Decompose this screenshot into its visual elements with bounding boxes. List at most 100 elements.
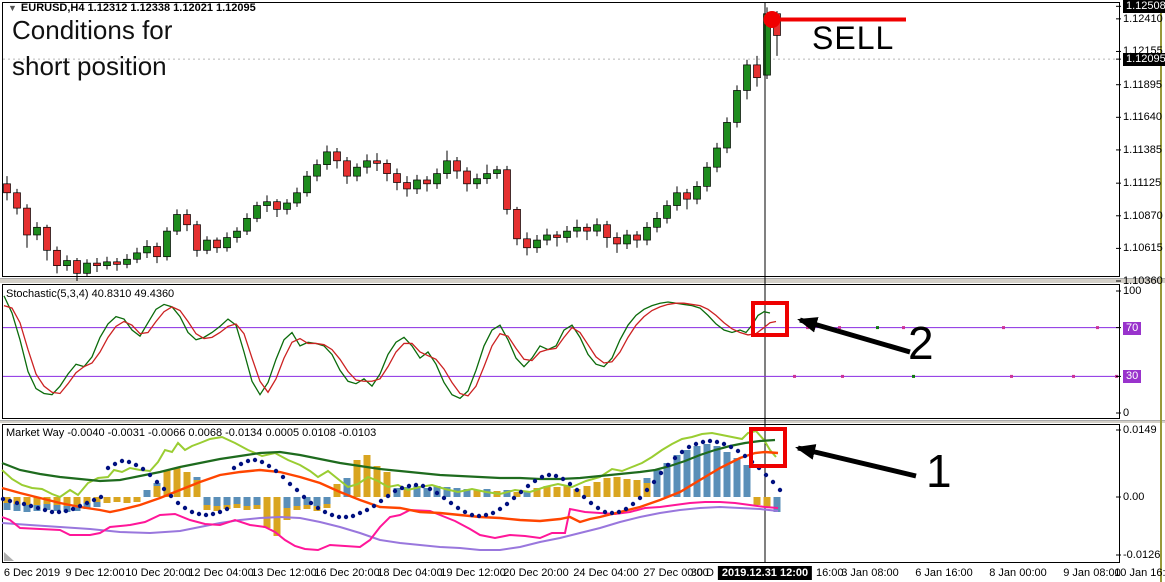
mw-dot <box>8 499 12 503</box>
candle-body <box>274 202 281 210</box>
chart-canvas[interactable] <box>0 0 1165 582</box>
candle-body <box>424 180 431 184</box>
mw-dot <box>638 496 642 500</box>
candle-body <box>64 261 71 266</box>
mw-dot <box>729 445 733 449</box>
mw-dot <box>694 442 698 446</box>
mw-dot <box>617 510 621 514</box>
mw-dot <box>701 440 705 444</box>
mw-dot <box>603 510 607 514</box>
stoch-tick <box>1072 375 1075 378</box>
mw-dot <box>519 490 523 494</box>
candle-body <box>54 250 61 265</box>
mw-dot <box>666 463 670 467</box>
mw-dot <box>722 442 726 446</box>
mw-dot <box>778 488 782 492</box>
candle-body <box>644 227 651 240</box>
mw-histogram-bar <box>214 497 221 506</box>
mw-dot <box>463 510 467 514</box>
mw-dot <box>358 511 362 515</box>
arrow-1[interactable] <box>798 448 916 476</box>
mw-dot <box>155 480 159 484</box>
mw-dot <box>43 508 47 512</box>
candle-body <box>224 238 231 248</box>
mw-histogram-bar <box>324 504 331 508</box>
candle-body <box>104 262 111 266</box>
mw-histogram-bar <box>264 497 271 528</box>
candle-body <box>234 231 241 237</box>
candle-body <box>74 261 81 274</box>
mw-dot <box>1 497 5 501</box>
candle-body <box>404 183 411 189</box>
candle-body <box>754 65 761 78</box>
mw-dot <box>15 501 19 505</box>
mw-dot <box>449 501 453 505</box>
stoch-tick <box>841 375 844 378</box>
candle-body <box>484 174 491 179</box>
candle-body <box>314 165 321 177</box>
mw-dot <box>526 484 530 488</box>
mw-dot <box>470 513 474 517</box>
mw-dot <box>393 489 397 493</box>
mw-dot <box>498 507 502 511</box>
mw-dot <box>323 510 327 514</box>
mw-histogram-bar <box>724 452 731 497</box>
mw-dot <box>190 510 194 514</box>
candle-body <box>594 225 601 231</box>
candle-body <box>294 193 301 203</box>
candle-body <box>534 240 541 248</box>
candle-body <box>364 161 371 167</box>
mw-dot <box>232 466 236 470</box>
mw-histogram-bar <box>674 455 681 497</box>
mw-dot <box>708 439 712 443</box>
mw-dot <box>400 486 404 490</box>
candle-body <box>254 206 261 219</box>
candle-body <box>504 170 511 210</box>
candle-body <box>414 180 421 189</box>
candle-body <box>154 246 161 256</box>
mw-dot <box>414 483 418 487</box>
mw-histogram-bar <box>764 497 771 507</box>
candle-body <box>174 215 181 232</box>
mw-histogram-bar <box>694 446 701 497</box>
candle-body <box>684 193 691 199</box>
highlight-box-2[interactable] <box>753 303 787 335</box>
mw-histogram-bar <box>614 477 621 497</box>
stoch-tick <box>902 326 905 329</box>
candle-body <box>184 215 191 225</box>
mw-dot <box>477 514 481 518</box>
mw-dot <box>337 515 341 519</box>
mw-dot <box>533 479 537 483</box>
mw-histogram-bar <box>204 505 211 510</box>
mw-histogram-bar <box>744 465 751 497</box>
mw-dot <box>771 480 775 484</box>
mw-histogram-bar <box>154 486 161 497</box>
candle-body <box>24 208 31 235</box>
mw-dot <box>316 506 320 510</box>
mw-dot <box>512 496 516 500</box>
candle-body <box>204 240 211 250</box>
stoch-main-line <box>4 296 770 398</box>
candle-body <box>324 152 331 165</box>
candle-body <box>474 179 481 184</box>
mw-dot <box>764 473 768 477</box>
mw-dot <box>239 462 243 466</box>
mw-dot <box>372 504 376 508</box>
candle-body <box>544 235 551 240</box>
candle-body <box>394 174 401 183</box>
mw-histogram-bar <box>244 497 251 506</box>
sell-dot[interactable] <box>764 11 781 28</box>
mw-dot <box>554 474 558 478</box>
mw-dot <box>113 462 117 466</box>
candle-body <box>144 246 151 252</box>
mw-histogram-bar <box>314 497 321 506</box>
mw-dot <box>330 513 334 517</box>
panel-resize-grip[interactable] <box>4 552 14 561</box>
mw-dot <box>211 512 215 516</box>
mw-histogram-bar <box>204 497 211 505</box>
mw-dot <box>680 450 684 454</box>
candle-body <box>434 174 441 184</box>
stoch-tick <box>806 326 809 329</box>
candle-body <box>334 152 341 161</box>
arrow-2[interactable] <box>800 320 910 352</box>
